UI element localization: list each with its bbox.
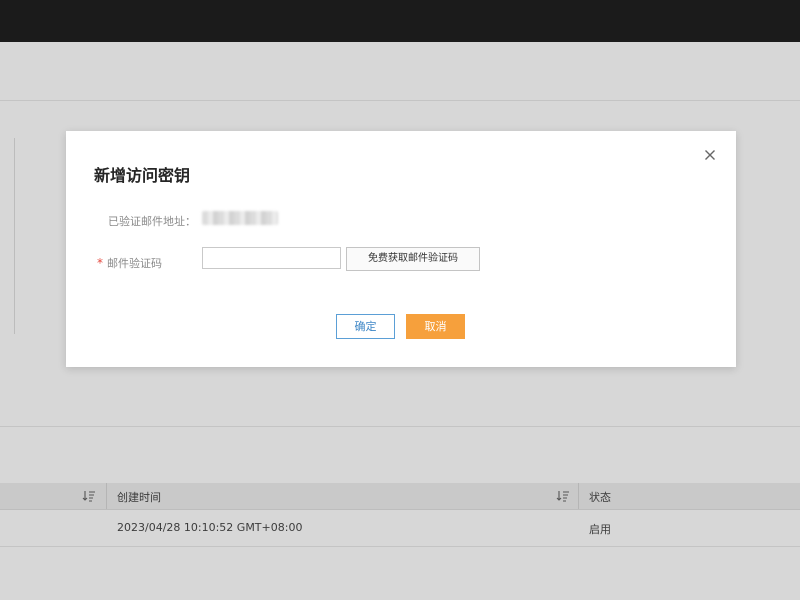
verified-email-label: 已验证邮件地址： <box>108 215 196 228</box>
column-header-created-time[interactable]: 创建时间 <box>117 489 161 505</box>
close-icon[interactable] <box>703 147 717 161</box>
background-divider <box>0 426 800 427</box>
table-header: 创建时间 状态 <box>0 483 800 510</box>
background-divider <box>0 100 800 101</box>
table-row: 2023/04/28 10:10:52 GMT+08:00 启用 <box>0 510 800 547</box>
get-verification-code-button[interactable]: 免费获取邮件验证码 <box>346 247 480 271</box>
column-separator <box>106 483 107 509</box>
verification-code-label-text: 邮件验证码 <box>107 257 162 270</box>
status-cell: 启用 <box>589 523 611 536</box>
background-panel-edge <box>14 138 15 334</box>
verification-code-input[interactable] <box>202 247 341 269</box>
column-header-status[interactable]: 状态 <box>589 489 611 505</box>
sort-icon[interactable] <box>82 489 96 503</box>
verification-code-label: * 邮件验证码 <box>86 255 162 271</box>
top-navigation-bar <box>0 0 800 42</box>
verified-email-value-redacted <box>202 211 278 225</box>
cancel-button[interactable]: 取消 <box>406 314 465 339</box>
sort-icon[interactable] <box>556 489 570 503</box>
column-separator <box>578 483 579 509</box>
confirm-button[interactable]: 确定 <box>336 314 395 339</box>
add-access-key-dialog: 新增访问密钥 已验证邮件地址： * 邮件验证码 免费获取邮件验证码 确定 取消 <box>66 131 736 367</box>
created-time-cell: 2023/04/28 10:10:52 GMT+08:00 <box>117 521 303 534</box>
required-mark: * <box>97 256 103 270</box>
dialog-title: 新增访问密钥 <box>94 166 191 185</box>
